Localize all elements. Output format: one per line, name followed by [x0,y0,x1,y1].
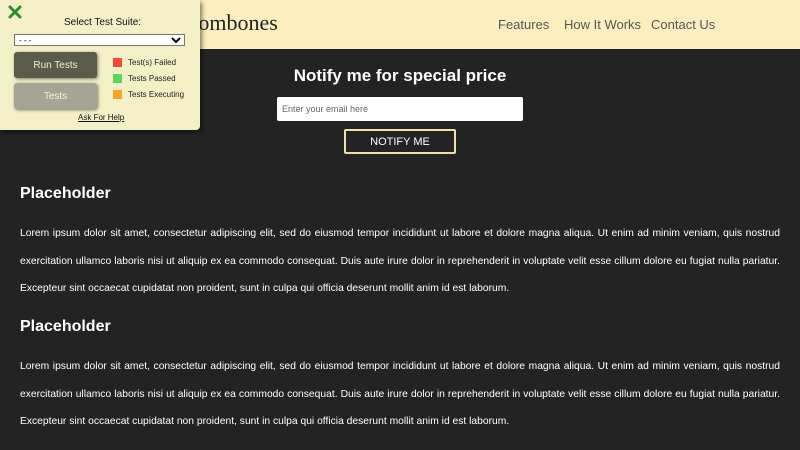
section-paragraph: Lorem ipsum dolor sit amet, consectetur … [20,228,780,294]
nav-link-how-it-works[interactable]: How It Works [564,17,641,32]
legend-swatch-green [113,74,122,83]
ask-for-help-link[interactable]: Ask For Help [78,113,124,122]
email-input[interactable] [277,97,523,121]
section-heading: Placeholder [20,185,111,202]
run-tests-button[interactable]: Run Tests [14,52,97,78]
legend-swatch-orange [113,90,122,99]
legend-label: Tests Executing [128,90,185,99]
section-heading: Placeholder [20,318,111,335]
test-panel: Select Test Suite: - - - Run Tests Tests… [0,0,200,130]
nav-link-contact-us[interactable]: Contact Us [651,17,715,32]
notify-me-button[interactable]: NOTIFY ME [344,129,456,154]
legend-swatch-red [113,58,122,67]
nav-link-features[interactable]: Features [498,17,549,32]
tests-button[interactable]: Tests [14,83,97,109]
legend-label: Test(s) Failed [128,58,177,67]
close-icon[interactable] [8,5,22,19]
section-paragraph: Lorem ipsum dolor sit amet, consectetur … [20,361,780,427]
test-suite-label: Select Test Suite: [64,17,142,28]
legend-label: Tests Passed [128,74,176,83]
test-suite-select[interactable]: - - - [14,34,185,46]
